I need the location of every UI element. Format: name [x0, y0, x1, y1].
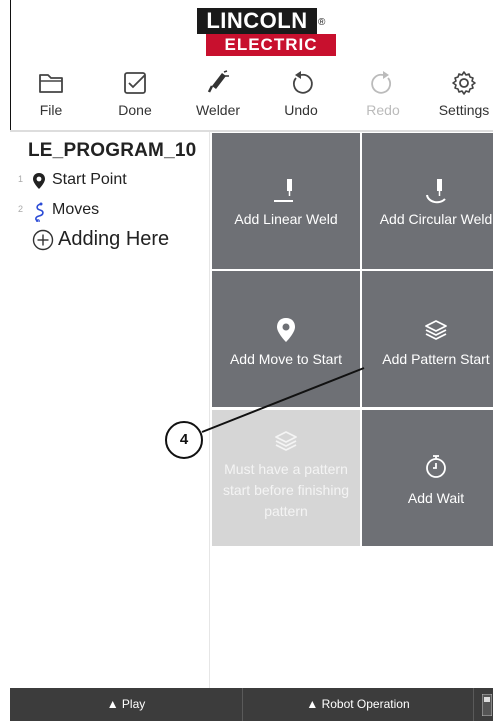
- robot-operation-button[interactable]: ▲ Robot Operation: [243, 688, 473, 721]
- bottom-bar: ▲ Play ▲ Robot Operation: [10, 688, 493, 721]
- callout-number-badge: 4: [165, 421, 203, 459]
- device-icon[interactable]: [480, 688, 493, 721]
- callout-leader-line: [201, 367, 365, 433]
- bottom-bar-divider: [473, 688, 474, 721]
- play-button[interactable]: ▲ Play: [10, 688, 242, 721]
